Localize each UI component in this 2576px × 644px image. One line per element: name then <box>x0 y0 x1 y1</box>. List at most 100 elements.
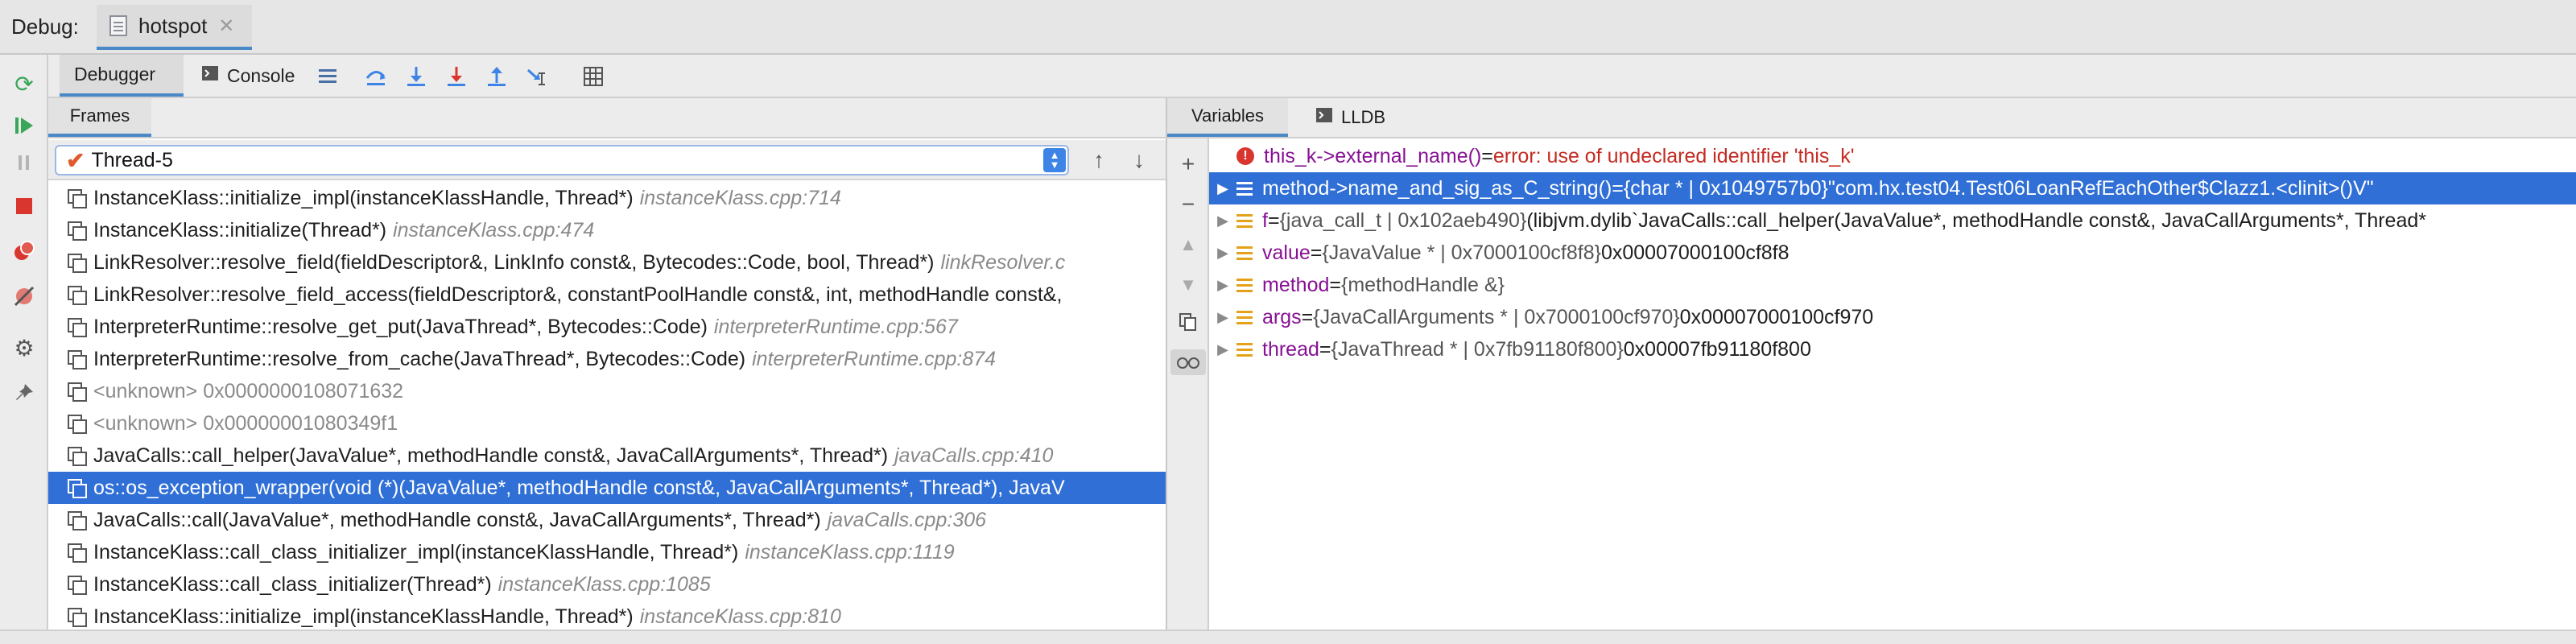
frame-row[interactable]: InterpreterRuntime::resolve_from_cache(J… <box>48 343 1166 375</box>
variable-type: {char * | 0x1049757b0} <box>1623 176 1828 200</box>
error-icon: ! <box>1236 147 1254 165</box>
expand-arrow-icon[interactable]: ▶ <box>1217 341 1228 358</box>
frame-row[interactable]: InstanceKlass::call_class_initializer(Th… <box>48 568 1166 601</box>
stop-icon[interactable] <box>11 193 37 219</box>
view-breakpoints-icon[interactable] <box>11 238 37 264</box>
tab-console[interactable]: Console <box>187 55 309 97</box>
variable-row[interactable]: ▶ f = {java_call_t | 0x102aeb490} (libjvm… <box>1209 204 2576 237</box>
rerun-icon[interactable]: ⟳ <box>11 71 37 97</box>
debug-titlebar: Debug: hotspot ✕ <box>0 0 2576 55</box>
tab-variables[interactable]: Variables <box>1167 98 1288 137</box>
frame-row[interactable]: LinkResolver::resolve_field(fieldDescrip… <box>48 246 1166 279</box>
layout-icon[interactable] <box>316 64 340 89</box>
force-step-into-icon[interactable] <box>444 64 469 89</box>
field-icon <box>1236 277 1253 293</box>
variable-value: "com.hx.test04.Test06LoanRefEachOther$Cl… <box>1827 176 2374 200</box>
debug-side-toolbar: ⟳ ⚙ <box>0 55 48 644</box>
move-down-icon[interactable]: ▼ <box>1175 272 1201 298</box>
variable-name: value <box>1262 241 1311 264</box>
variable-equals: = <box>1319 337 1331 361</box>
stack-frame-icon <box>68 382 87 402</box>
previous-frame-arrow-icon[interactable]: ↑ <box>1087 147 1111 174</box>
variable-value: 0x00007000100cf8f8 <box>1600 241 1790 264</box>
variable-row[interactable]: ▶ args = {JavaCallArguments * | 0x7000100… <box>1209 301 2576 333</box>
tab-debugger-label: Debugger <box>74 63 156 85</box>
expand-arrow-icon[interactable]: ▶ <box>1217 309 1228 326</box>
frames-list: InstanceKlass::initialize_impl(instanceK… <box>48 182 1166 633</box>
evaluate-expression-icon[interactable] <box>581 64 605 89</box>
frame-row[interactable]: InstanceKlass::initialize_impl(instanceK… <box>48 601 1166 633</box>
close-icon[interactable]: ✕ <box>218 14 234 38</box>
tab-hotspot[interactable]: hotspot ✕ <box>97 5 253 50</box>
resume-icon[interactable] <box>11 113 37 138</box>
frame-function: InstanceKlass::initialize(Thread*) <box>93 218 387 242</box>
variable-value: 0x00007000100cf970 <box>1679 305 1874 328</box>
field-icon <box>1236 245 1253 261</box>
stack-frame-icon <box>68 286 87 305</box>
copy-icon[interactable] <box>1175 309 1201 335</box>
stack-frame-icon <box>68 447 87 466</box>
frame-location: javaCalls.cpp:410 <box>894 444 1054 467</box>
frame-row[interactable]: JavaCalls::call_helper(JavaValue*, metho… <box>48 440 1166 472</box>
field-icon <box>1236 213 1253 229</box>
stack-frame-icon <box>68 221 87 241</box>
step-into-icon[interactable] <box>404 64 428 89</box>
tab-label: hotspot <box>138 13 208 38</box>
frame-row[interactable]: <unknown> 0x00000001080349f1 <box>48 407 1166 440</box>
show-watches-glasses-icon[interactable] <box>1170 349 1206 375</box>
variable-equals: = <box>1481 144 1493 167</box>
variable-row[interactable]: ▶ method->name_and_sig_as_C_string() = {c… <box>1209 172 2576 204</box>
frame-function: <unknown> 0x00000001080349f1 <box>93 411 398 435</box>
debug-toolbar: Debugger Console <box>48 55 2576 98</box>
frame-row[interactable]: InstanceKlass::initialize_impl(instanceK… <box>48 182 1166 214</box>
frame-function: InstanceKlass::call_class_initializer_im… <box>93 540 739 564</box>
mute-breakpoints-icon[interactable] <box>11 283 37 309</box>
debug-label: Debug: <box>11 14 79 39</box>
expand-arrow-icon[interactable]: ▶ <box>1217 180 1228 197</box>
variable-row[interactable]: ▶ method = {methodHandle &} <box>1209 269 2576 301</box>
variables-toolbar: + − ▲ ▼ <box>1167 138 1209 644</box>
frame-location: interpreterRuntime.cpp:567 <box>713 315 958 338</box>
next-frame-arrow-icon[interactable]: ↓ <box>1127 147 1151 174</box>
dropdown-arrows-icon: ▲ ▼ <box>1043 148 1066 172</box>
variable-row[interactable]: ! this_k->external_name() = error: use of… <box>1209 140 2576 172</box>
variable-type: {methodHandle &} <box>1341 273 1505 296</box>
frame-row[interactable]: <unknown> 0x0000000108071632 <box>48 375 1166 407</box>
frame-function: JavaCalls::call_helper(JavaValue*, metho… <box>93 444 889 467</box>
stack-frame-icon <box>68 415 87 434</box>
bottom-edge <box>0 630 2576 644</box>
thread-name: Thread-5 <box>91 148 173 171</box>
stack-frame-icon <box>68 543 87 563</box>
thread-dropdown[interactable]: ✔ Thread-5 ▲ ▼ <box>55 145 1069 175</box>
frames-header: Frames <box>48 98 1166 138</box>
tab-lldb[interactable]: LLDB <box>1296 98 1405 137</box>
variable-equals: = <box>1267 208 1280 232</box>
frame-row[interactable]: LinkResolver::resolve_field_access(field… <box>48 279 1166 311</box>
expand-arrow-icon[interactable]: ▶ <box>1217 245 1228 262</box>
variable-row[interactable]: ▶ thread = {JavaThread * | 0x7fb91180f800… <box>1209 333 2576 365</box>
tab-frames[interactable]: Frames <box>48 98 151 137</box>
tab-debugger[interactable]: Debugger <box>60 55 184 97</box>
variable-name: method->name_and_sig_as_C_string() <box>1262 176 1612 200</box>
frame-row[interactable]: InstanceKlass::initialize(Thread*) instan… <box>48 214 1166 246</box>
expand-arrow-icon[interactable]: ▶ <box>1217 213 1228 229</box>
step-over-icon[interactable] <box>364 64 388 89</box>
stack-frame-icon <box>68 350 87 369</box>
run-to-cursor-icon[interactable] <box>525 64 549 89</box>
variable-row[interactable]: ▶ value = {JavaValue * | 0x7000100cf8f8} … <box>1209 237 2576 269</box>
frame-function: LinkResolver::resolve_field(fieldDescrip… <box>93 250 935 274</box>
settings-icon[interactable]: ⚙ <box>11 335 37 361</box>
move-up-icon[interactable]: ▲ <box>1175 232 1201 258</box>
step-out-icon[interactable] <box>485 64 509 89</box>
frame-row[interactable]: JavaCalls::call(JavaValue*, methodHandle… <box>48 504 1166 536</box>
expand-arrow-icon[interactable]: ▶ <box>1217 277 1228 294</box>
remove-watch-icon[interactable]: − <box>1175 192 1201 217</box>
frame-location: instanceKlass.cpp:1119 <box>745 540 955 564</box>
pin-icon[interactable] <box>11 380 37 406</box>
pause-icon[interactable] <box>11 150 37 175</box>
frame-row[interactable]: os::os_exception_wrapper(void (*)(JavaVa… <box>48 472 1166 504</box>
frame-row[interactable]: InterpreterRuntime::resolve_get_put(Java… <box>48 311 1166 343</box>
add-watch-icon[interactable]: + <box>1175 151 1201 177</box>
stack-frame-icon <box>68 189 87 208</box>
frame-row[interactable]: InstanceKlass::call_class_initializer_im… <box>48 536 1166 568</box>
